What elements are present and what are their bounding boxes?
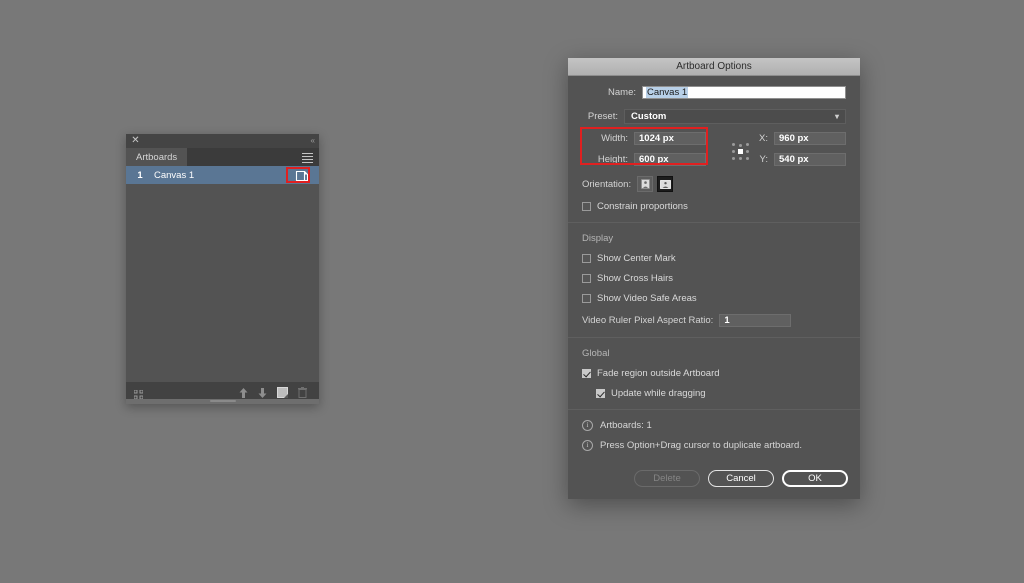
artboard-options-dialog: Artboard Options Name: Canvas 1 Preset: …	[568, 58, 860, 499]
dialog-section-display: Display Show Center Mark Show Cross Hair…	[568, 223, 860, 338]
video-ruler-ratio-row: Video Ruler Pixel Aspect Ratio: 1	[582, 314, 846, 327]
info-icon: i	[582, 420, 593, 431]
portrait-orientation-icon[interactable]	[637, 176, 654, 192]
show-center-mark-checkbox[interactable]	[582, 254, 591, 263]
info-icon: i	[582, 440, 593, 451]
size-fields: Width: 1024 px Height: 600 px	[582, 132, 718, 166]
artboard-options-icon[interactable]	[295, 169, 309, 182]
dialog-section-global: Global Fade region outside Artboard Upda…	[568, 338, 860, 410]
panel-menu-icon[interactable]	[302, 152, 313, 163]
artboard-list: 1 Canvas 1	[126, 166, 319, 382]
info-artboards-count: Artboards: 1	[600, 420, 652, 431]
dialog-title: Artboard Options	[568, 58, 860, 76]
video-ruler-ratio-label: Video Ruler Pixel Aspect Ratio:	[582, 315, 714, 326]
info-duplicate-hint: Press Option+Drag cursor to duplicate ar…	[600, 440, 802, 451]
global-heading: Global	[582, 348, 610, 359]
artboard-number: 1	[137, 169, 143, 181]
update-while-dragging-row: Update while dragging	[596, 388, 846, 399]
video-ruler-ratio-input[interactable]: 1	[719, 314, 792, 327]
height-label: Height:	[597, 154, 628, 165]
resize-grip	[209, 400, 236, 402]
panel-tab-row: Artboards	[126, 148, 319, 166]
delete-button: Delete	[634, 470, 700, 487]
collapse-panel-icon[interactable]: «	[311, 136, 316, 145]
landscape-orientation-icon[interactable]	[657, 176, 674, 192]
update-while-dragging-checkbox[interactable]	[596, 389, 605, 398]
orientation-label: Orientation:	[582, 178, 632, 190]
name-input[interactable]: Canvas 1	[642, 86, 846, 99]
update-while-dragging-label[interactable]: Update while dragging	[611, 388, 706, 399]
show-center-mark-row: Show Center Mark	[582, 253, 846, 264]
info-row-artboards: i Artboards: 1	[582, 420, 846, 431]
x-label: X:	[759, 133, 768, 144]
artboards-panel: ✕ « Artboards 1 Canvas 1	[126, 134, 319, 404]
xy-fields: X: 960 px Y: 540 px	[758, 132, 846, 166]
artboard-name: Canvas 1	[154, 169, 195, 181]
reference-point-widget[interactable]	[732, 143, 750, 161]
preset-dropdown[interactable]: Custom ▾	[624, 109, 846, 124]
orientation-row: Orientation:	[582, 176, 846, 192]
y-row: Y: 540 px	[758, 153, 846, 166]
list-item[interactable]: 1 Canvas 1	[126, 166, 319, 184]
name-input-value: Canvas 1	[646, 87, 689, 98]
constrain-proportions-row: Constrain proportions	[582, 201, 846, 212]
preset-row: Preset: Custom ▾	[582, 109, 846, 124]
show-video-safe-areas-label[interactable]: Show Video Safe Areas	[597, 293, 697, 304]
fade-region-checkbox[interactable]	[582, 369, 591, 378]
y-label: Y:	[759, 154, 768, 165]
dialog-body: Name: Canvas 1 Preset: Custom ▾ Width: 1…	[568, 76, 860, 499]
panel-title-bar: ✕ «	[126, 134, 319, 148]
fade-region-label[interactable]: Fade region outside Artboard	[597, 368, 720, 379]
show-cross-hairs-row: Show Cross Hairs	[582, 273, 846, 284]
preset-value: Custom	[631, 111, 667, 122]
dialog-section-geometry: Name: Canvas 1 Preset: Custom ▾ Width: 1…	[568, 76, 860, 223]
ok-button[interactable]: OK	[782, 470, 848, 487]
fade-region-row: Fade region outside Artboard	[582, 368, 846, 379]
rearrange-artboards-icon[interactable]	[133, 386, 144, 400]
screen: ✕ « Artboards 1 Canvas 1 Artboard Option…	[0, 0, 1024, 583]
y-input[interactable]: 540 px	[774, 153, 846, 166]
panel-resize-handle[interactable]	[126, 399, 319, 404]
show-cross-hairs-label[interactable]: Show Cross Hairs	[597, 273, 673, 284]
cancel-button[interactable]: Cancel	[708, 470, 774, 487]
chevron-down-icon: ▾	[834, 112, 839, 121]
dimensions-row: Width: 1024 px Height: 600 px X: 960 px …	[582, 132, 846, 166]
panel-footer	[126, 382, 319, 400]
constrain-proportions-checkbox[interactable]	[582, 202, 591, 211]
height-input[interactable]: 600 px	[634, 153, 706, 166]
width-row: Width: 1024 px	[582, 132, 718, 145]
position-fields: X: 960 px Y: 540 px	[732, 132, 846, 166]
height-row: Height: 600 px	[582, 153, 718, 166]
display-heading: Display	[582, 233, 614, 244]
tab-artboards[interactable]: Artboards	[126, 148, 188, 166]
name-row: Name: Canvas 1	[582, 86, 846, 99]
constrain-proportions-label[interactable]: Constrain proportions	[597, 201, 688, 212]
show-video-safe-areas-checkbox[interactable]	[582, 294, 591, 303]
show-center-mark-label[interactable]: Show Center Mark	[597, 253, 676, 264]
x-input[interactable]: 960 px	[774, 132, 846, 145]
width-label: Width:	[601, 133, 628, 144]
close-icon[interactable]: ✕	[131, 136, 140, 146]
show-cross-hairs-checkbox[interactable]	[582, 274, 591, 283]
info-row-hint: i Press Option+Drag cursor to duplicate …	[582, 440, 846, 451]
dialog-button-bar: Delete Cancel OK	[568, 461, 860, 499]
dialog-section-info: i Artboards: 1 i Press Option+Drag curso…	[568, 410, 860, 461]
show-video-safe-areas-row: Show Video Safe Areas	[582, 293, 846, 304]
name-label: Name:	[608, 87, 636, 98]
width-input[interactable]: 1024 px	[634, 132, 706, 145]
x-row: X: 960 px	[758, 132, 846, 145]
preset-label: Preset:	[587, 111, 618, 122]
